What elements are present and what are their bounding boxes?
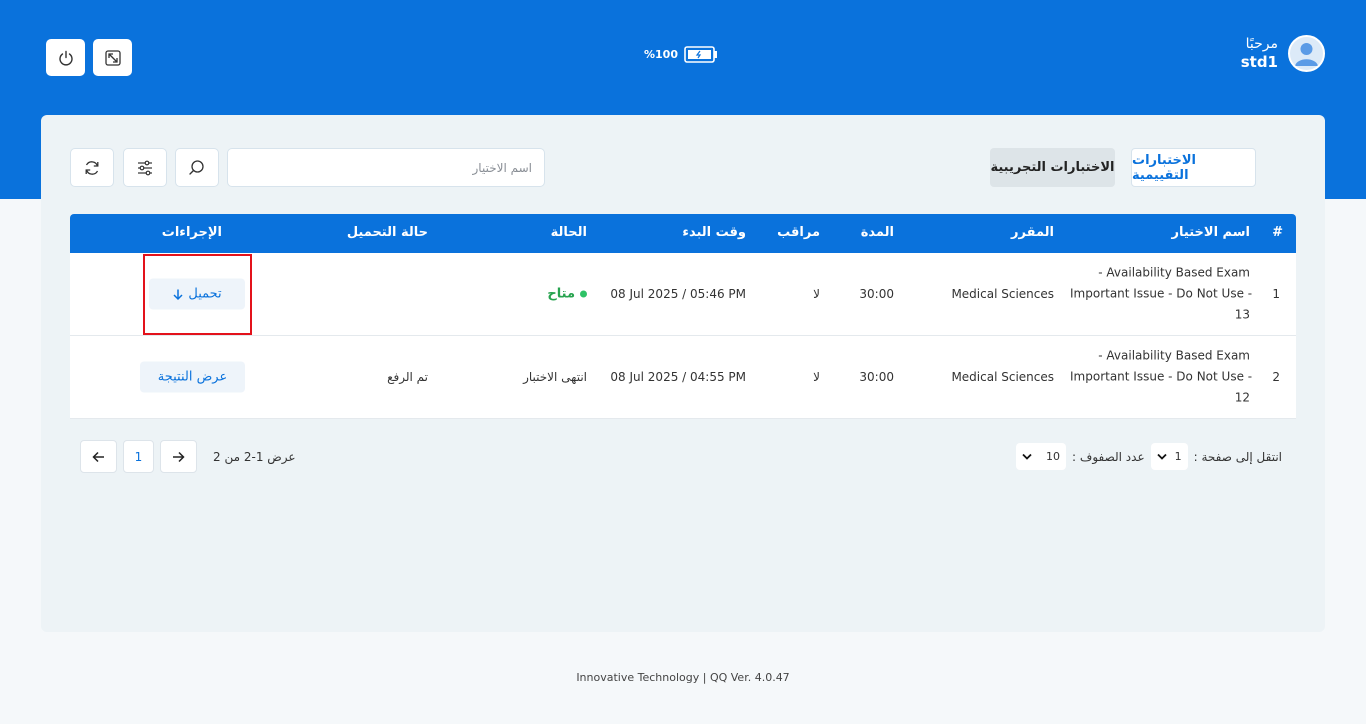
showing-info: عرض 1-2 من 2 xyxy=(213,449,296,464)
goto-page-select[interactable]: 1 xyxy=(1150,443,1188,470)
row-number: 2 xyxy=(1272,370,1280,384)
exams-table: # اسم الاختيار المقرر المدة مراقب وقت ال… xyxy=(70,214,1296,419)
view-result-button[interactable]: عرض النتيجة xyxy=(140,361,245,393)
username: std1 xyxy=(1240,52,1278,71)
expand-icon xyxy=(104,49,121,66)
course-name: Medical Sciences xyxy=(951,370,1054,384)
col-actions: الإجراءات xyxy=(161,225,222,240)
footer-version: Innovative Technology | QQ Ver. 4.0.47 xyxy=(576,671,790,684)
battery-icon xyxy=(684,46,717,63)
chevron-down-icon xyxy=(1156,453,1167,460)
upload-status: تم الرفع xyxy=(387,370,428,384)
col-number: # xyxy=(1272,225,1283,240)
greeting: مرحبًا xyxy=(1245,35,1278,52)
col-exam-name[interactable]: اسم الاختيار xyxy=(1172,225,1250,240)
user-icon xyxy=(1295,43,1318,66)
search-input[interactable] xyxy=(227,148,545,187)
fullscreen-button[interactable] xyxy=(93,39,132,76)
start-time: 08 Jul 2025 / 04:55 PM xyxy=(610,370,746,384)
pagination-settings: انتقل إلى صفحة : 1 عدد الصفوف : 10 xyxy=(1016,443,1282,470)
battery-percent: %100 xyxy=(644,48,678,61)
col-course[interactable]: المقرر xyxy=(1011,225,1054,240)
status-text: انتهى الاختبار xyxy=(523,370,587,384)
col-upload-status[interactable]: حالة التحميل xyxy=(347,225,428,240)
col-start-time[interactable]: وقت البدء xyxy=(682,225,746,240)
refresh-button[interactable] xyxy=(70,148,114,187)
table-row: 2 - Availability Based Exam Important Is… xyxy=(70,336,1296,419)
exam-name: - Availability Based Exam Important Issu… xyxy=(1070,348,1253,405)
row-number: 1 xyxy=(1272,287,1280,301)
tab-practice-exams[interactable]: الاختبارات التجريبية xyxy=(990,148,1115,187)
search-icon xyxy=(189,159,204,175)
exam-name: - Availability Based Exam Important Issu… xyxy=(1070,265,1253,322)
arrow-right-icon xyxy=(173,451,185,462)
refresh-icon xyxy=(85,160,99,175)
exams-panel: الاختبارات التقييمية الاختبارات التجريبي… xyxy=(41,115,1325,632)
duration: 30:00 xyxy=(859,370,894,384)
duration: 30:00 xyxy=(859,287,894,301)
proctored: لا xyxy=(813,370,820,384)
proctored: لا xyxy=(813,287,820,301)
page-number-button[interactable]: 1 xyxy=(123,440,154,473)
highlight-box xyxy=(143,254,252,335)
next-page-button[interactable] xyxy=(160,440,197,473)
table-header: # اسم الاختيار المقرر المدة مراقب وقت ال… xyxy=(70,214,1296,253)
arrow-left-icon xyxy=(92,451,104,462)
goto-page-label: انتقل إلى صفحة : xyxy=(1193,449,1282,464)
filter-sliders-icon xyxy=(138,160,152,175)
pagination-controls: 1 عرض 1-2 من 2 xyxy=(80,440,296,473)
start-time: 08 Jul 2025 / 05:46 PM xyxy=(610,287,746,301)
user-profile[interactable]: مرحبًا std1 xyxy=(1241,35,1325,72)
battery-indicator: %100 xyxy=(644,46,718,63)
col-duration[interactable]: المدة xyxy=(861,225,894,240)
avatar xyxy=(1288,35,1325,72)
power-icon xyxy=(58,50,73,65)
search-button[interactable] xyxy=(175,148,219,187)
power-button[interactable] xyxy=(46,39,85,76)
rows-per-page-label: عدد الصفوف : xyxy=(1072,449,1145,464)
chevron-down-icon xyxy=(1022,453,1032,460)
col-status[interactable]: الحالة xyxy=(551,225,587,240)
filter-button[interactable] xyxy=(123,148,167,187)
status-dot xyxy=(580,290,587,298)
rows-per-page-select[interactable]: 10 xyxy=(1016,443,1067,470)
prev-page-button[interactable] xyxy=(80,440,117,473)
col-proctored[interactable]: مراقب xyxy=(777,225,820,240)
table-row: 1 - Availability Based Exam Important Is… xyxy=(70,253,1296,336)
status-badge: متاح xyxy=(547,287,587,302)
tab-assessment-exams[interactable]: الاختبارات التقييمية xyxy=(1131,148,1256,187)
course-name: Medical Sciences xyxy=(951,287,1054,301)
